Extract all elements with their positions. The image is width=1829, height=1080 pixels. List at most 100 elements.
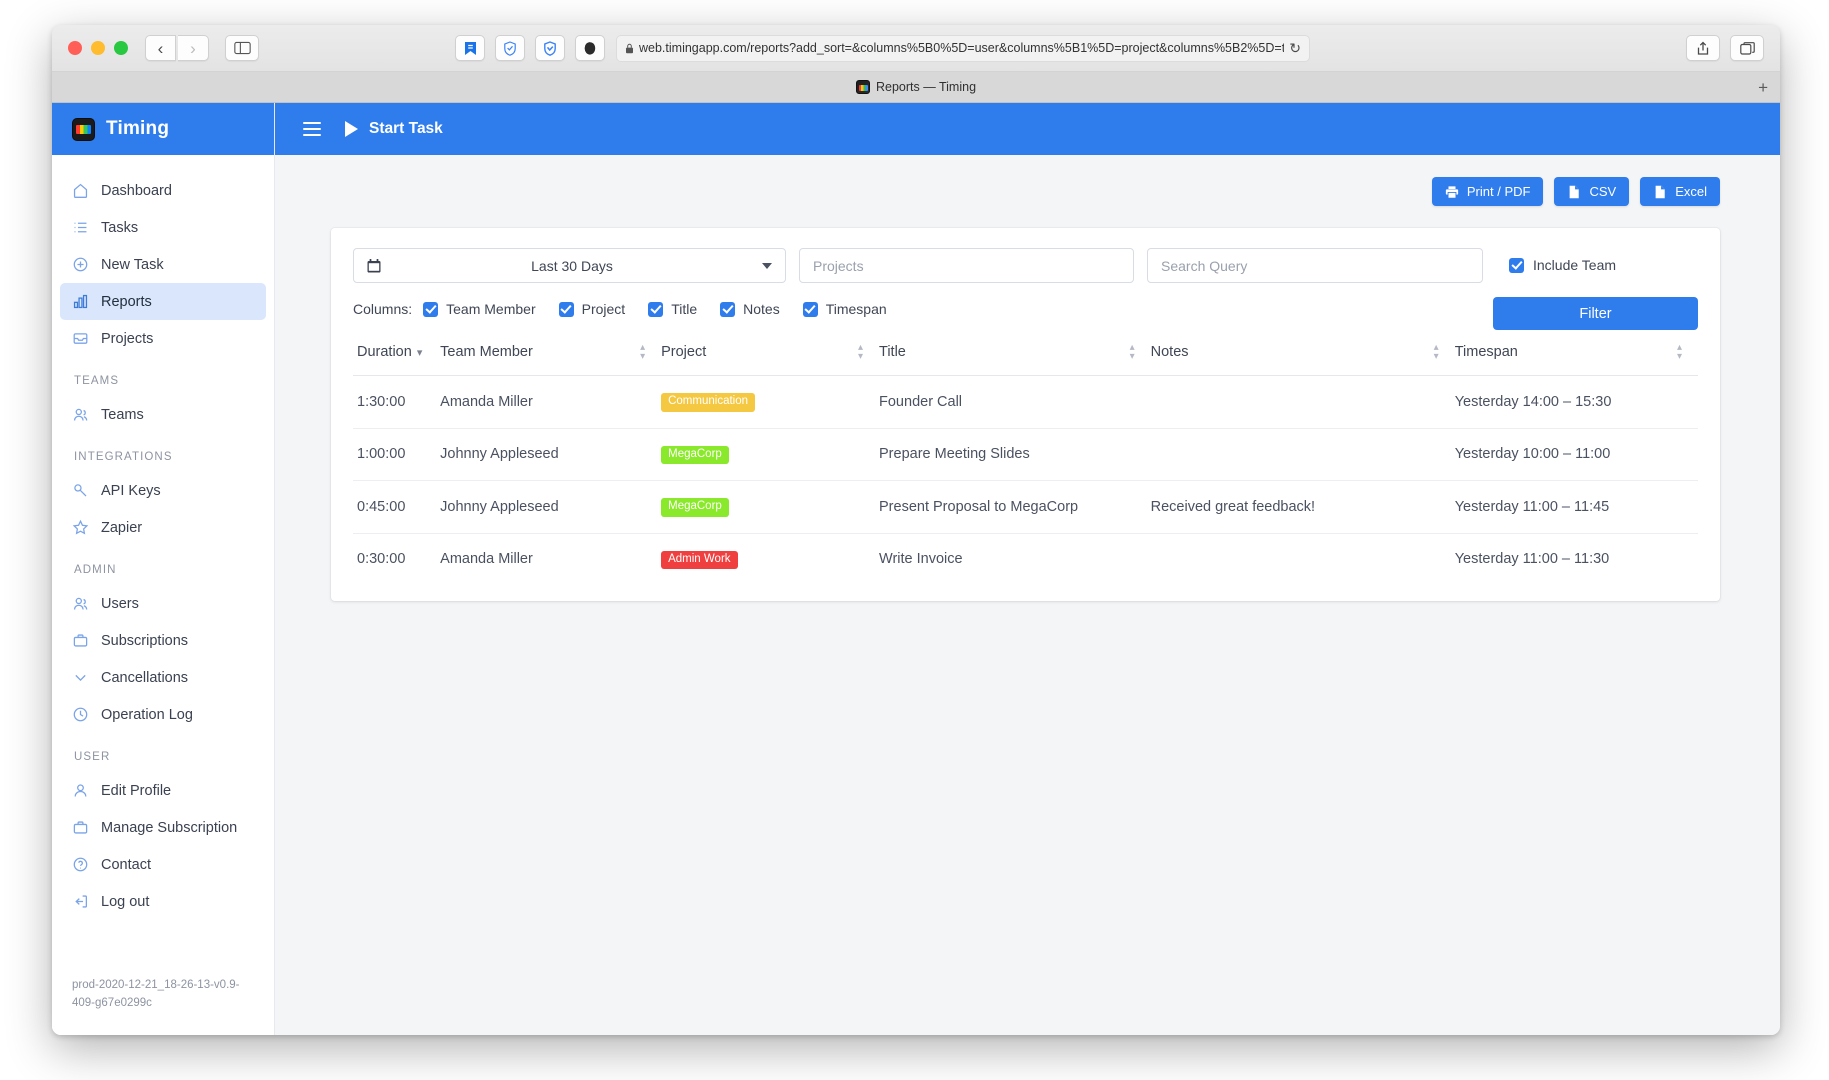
sidebar-item-new-task[interactable]: New Task	[60, 246, 266, 283]
chevron-down-icon	[72, 669, 89, 686]
shield-check-extension-button[interactable]	[535, 35, 565, 61]
checkbox-icon	[558, 301, 574, 317]
shield-check-icon	[544, 40, 556, 56]
tab-overview-button[interactable]	[1730, 35, 1764, 61]
cell-project: MegaCorp	[661, 480, 880, 534]
navigation-buttons: ‹ ›	[145, 35, 209, 61]
table-row[interactable]: 1:30:00 Amanda Miller Communication Foun…	[353, 375, 1698, 429]
browser-tab[interactable]: Reports — Timing	[855, 80, 976, 94]
users-icon	[72, 595, 89, 612]
column-label: Title	[671, 301, 698, 317]
table-header-label: Team Member	[440, 344, 533, 360]
sidebar-item-tasks[interactable]: Tasks	[60, 209, 266, 246]
briefcase-icon	[72, 819, 89, 836]
start-task-button[interactable]: Start Task	[345, 120, 443, 138]
back-icon: ‹	[157, 38, 164, 58]
cell-title: Founder Call	[879, 375, 1151, 429]
sidebar-item-projects[interactable]: Projects	[60, 320, 266, 357]
excel-label: Excel	[1675, 184, 1707, 199]
sidebar-item-users[interactable]: Users	[60, 585, 266, 622]
new-tab-button[interactable]: +	[1758, 79, 1768, 96]
sidebar-item-label: Cancellations	[101, 669, 189, 686]
sidebar-item-log-out[interactable]: Log out	[60, 883, 266, 920]
hamburger-icon[interactable]	[303, 122, 321, 136]
contrast-icon	[584, 41, 596, 55]
inbox-icon	[72, 330, 89, 347]
show-sidebar-button[interactable]	[225, 35, 259, 61]
table-header-notes[interactable]: Notes ▴ ▾	[1150, 343, 1455, 376]
sidebar-item-api-keys[interactable]: API Keys	[60, 472, 266, 509]
cell-project: Admin Work	[661, 533, 879, 585]
column-checkbox-team-member[interactable]: Team Member	[423, 301, 536, 317]
column-checkbox-project[interactable]: Project	[558, 301, 626, 317]
column-checkbox-timespan[interactable]: Timespan	[802, 301, 887, 317]
minimize-window-button[interactable]	[91, 41, 105, 55]
address-bar[interactable]: web.timingapp.com/reports?add_sort=&colu…	[616, 34, 1310, 62]
table-header-label: Title	[879, 344, 906, 360]
table-header-team-member[interactable]: Team Member ▴ ▾	[440, 343, 662, 376]
cell-project: Communication	[661, 375, 880, 429]
column-label: Project	[581, 301, 626, 317]
sidebar-item-cancellations[interactable]: Cancellations	[60, 659, 266, 696]
csv-button[interactable]: CSV	[1554, 177, 1630, 206]
report-card: Last 30 Days Include Team Columns:	[331, 228, 1720, 601]
project-tag: Admin Work	[661, 550, 738, 569]
table-header-label: Notes	[1150, 344, 1189, 360]
sidebar-item-teams[interactable]: Teams	[60, 396, 266, 433]
contrast-extension-button[interactable]	[575, 35, 605, 61]
columns-label: Columns:	[353, 301, 413, 317]
table-body: 1:30:00 Amanda Miller Communication Foun…	[353, 375, 1698, 586]
projects-input[interactable]	[799, 248, 1134, 283]
sidebar-item-manage-subscription[interactable]: Manage Subscription	[60, 809, 266, 846]
sidebar-item-reports[interactable]: Reports	[60, 283, 266, 320]
excel-button[interactable]: Excel	[1640, 177, 1720, 206]
sidebar-item-subscriptions[interactable]: Subscriptions	[60, 622, 266, 659]
table-header-timespan[interactable]: Timespan ▴ ▾	[1454, 343, 1698, 376]
browser-tabstrip: Reports — Timing +	[52, 72, 1780, 103]
logout-icon	[72, 893, 89, 910]
table-header-duration[interactable]: Duration ▾	[353, 343, 441, 376]
table-header-title[interactable]: Title ▴ ▾	[879, 343, 1151, 376]
column-checkbox-notes[interactable]: Notes	[720, 301, 780, 317]
cell-duration: 0:45:00	[353, 480, 441, 534]
sidebar-item-zapier[interactable]: Zapier	[60, 509, 266, 546]
bookmark-extension-button[interactable]	[455, 35, 485, 61]
share-button[interactable]	[1686, 35, 1720, 61]
shield-outline-extension-button[interactable]	[495, 35, 525, 61]
sort-icon: ▴ ▾	[1129, 342, 1135, 362]
back-button[interactable]: ‹	[145, 35, 176, 61]
maximize-window-button[interactable]	[114, 41, 128, 55]
sidebar-icon	[233, 41, 251, 55]
sidebar-item-dashboard[interactable]: Dashboard	[60, 172, 266, 209]
app-root: Timing Dashboard Tasks New Task Reports …	[52, 103, 1780, 1035]
close-window-button[interactable]	[68, 41, 82, 55]
csv-label: CSV	[1589, 184, 1617, 199]
favicon-icon	[855, 80, 870, 94]
table-header-project[interactable]: Project ▴ ▾	[661, 343, 880, 376]
table-row[interactable]: 0:45:00 Johnny Appleseed MegaCorp Presen…	[353, 480, 1698, 534]
search-query-input[interactable]	[1147, 248, 1483, 283]
table-row[interactable]: 1:00:00 Johnny Appleseed MegaCorp Prepar…	[353, 428, 1698, 481]
table-header-row: Duration ▾ Team Member ▴ ▾ Project ▴ ▾ T…	[353, 343, 1698, 376]
sidebar-item-contact[interactable]: Contact	[60, 846, 266, 883]
sidebar-item-label: Reports	[101, 293, 152, 310]
address-bar-url: web.timingapp.com/reports?add_sort=&colu…	[639, 41, 1285, 55]
forward-button[interactable]: ›	[178, 35, 209, 61]
start-task-label: Start Task	[369, 120, 443, 137]
print-pdf-button[interactable]: Print / PDF	[1431, 177, 1544, 206]
sidebar-section-teams: TEAMS	[74, 375, 120, 387]
reload-icon[interactable]: ↻	[1289, 40, 1301, 57]
date-range-select[interactable]: Last 30 Days	[353, 248, 786, 283]
bookmark-icon	[464, 41, 476, 55]
sidebar-item-edit-profile[interactable]: Edit Profile	[60, 772, 266, 809]
table-row[interactable]: 0:30:00 Amanda Miller Admin Work Write I…	[353, 533, 1698, 585]
sidebar-item-operation-log[interactable]: Operation Log	[60, 696, 266, 733]
sidebar-item-label: Operation Log	[101, 706, 193, 723]
include-team-checkbox[interactable]: Include Team	[1509, 257, 1616, 273]
filter-button[interactable]: Filter	[1493, 297, 1698, 330]
brand-header[interactable]: Timing	[52, 103, 274, 155]
sidebar-item-label: New Task	[101, 256, 164, 273]
sidebar-item-label: Edit Profile	[101, 782, 172, 799]
cell-notes: Received great feedback!	[1150, 480, 1455, 534]
column-checkbox-title[interactable]: Title	[648, 301, 697, 317]
